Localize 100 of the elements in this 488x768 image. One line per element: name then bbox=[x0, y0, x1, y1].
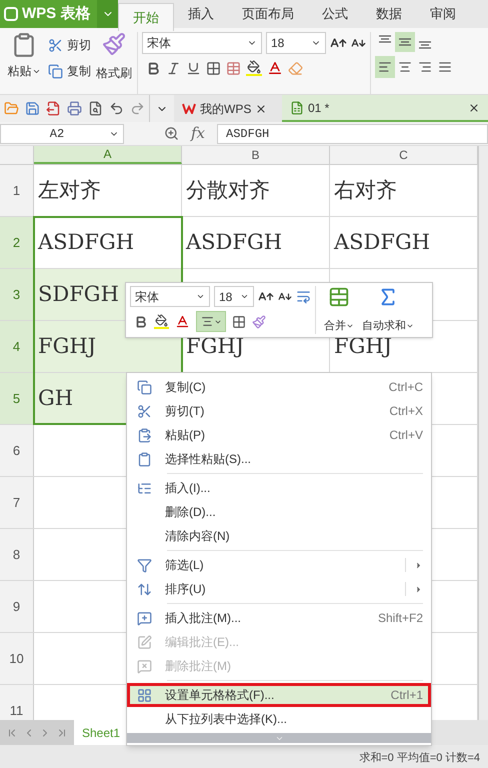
undo-icon[interactable] bbox=[109, 101, 124, 116]
row-header[interactable]: 6 bbox=[0, 425, 34, 476]
row-header[interactable]: 10 bbox=[0, 633, 34, 684]
wrap-text-icon[interactable] bbox=[296, 289, 311, 304]
ribbon-tab[interactable]: 数据 bbox=[362, 0, 416, 28]
spreadsheet-icon bbox=[290, 100, 304, 114]
shortcut-text: Ctrl+C bbox=[388, 379, 423, 396]
format-painter-button[interactable]: 格式刷 bbox=[95, 32, 133, 94]
filter-icon bbox=[137, 558, 152, 572]
menu-item[interactable]: 剪切(T) Ctrl+X bbox=[127, 399, 431, 423]
cell-style-icon[interactable] bbox=[226, 60, 241, 76]
align-icon bbox=[418, 60, 432, 74]
align-icon bbox=[378, 35, 392, 43]
menu-item[interactable]: 粘贴(P) Ctrl+V bbox=[127, 423, 431, 447]
save-icon[interactable] bbox=[25, 101, 40, 116]
row-header[interactable]: 4 bbox=[0, 321, 34, 372]
menu-item[interactable]: 筛选(L) bbox=[127, 553, 431, 577]
ribbon-tab[interactable]: 页面布局 bbox=[228, 0, 308, 28]
document-tab[interactable]: 01 * bbox=[282, 95, 488, 122]
font-color-icon[interactable] bbox=[267, 60, 283, 76]
print-icon[interactable] bbox=[67, 101, 82, 116]
cell-text: 右对齐 bbox=[334, 176, 397, 204]
bold-icon[interactable] bbox=[134, 314, 148, 328]
align-center-button[interactable] bbox=[196, 311, 226, 332]
cell-text: ASDFGH bbox=[186, 228, 282, 256]
vertical-align-button[interactable] bbox=[395, 32, 415, 52]
ribbon-tab[interactable]: 插入 bbox=[174, 0, 228, 28]
font-name: 宋体 bbox=[135, 288, 159, 306]
paste-button[interactable]: 粘贴 bbox=[4, 32, 44, 94]
ribbon-tab[interactable]: 审阅 bbox=[416, 0, 470, 28]
row-header[interactable]: 2 bbox=[0, 217, 34, 268]
font-color-icon[interactable] bbox=[175, 314, 190, 329]
row-header[interactable]: 1 bbox=[0, 165, 34, 216]
cut-button[interactable]: 剪切 bbox=[48, 36, 91, 54]
caret-icon bbox=[240, 292, 249, 301]
name-box[interactable]: A2 bbox=[0, 124, 124, 144]
menu-item[interactable]: 设置单元格格式(F)... Ctrl+1 bbox=[127, 683, 431, 707]
sheet-tab[interactable]: Sheet1 bbox=[74, 720, 128, 745]
fill-color-icon[interactable] bbox=[246, 60, 262, 76]
column-header[interactable]: A bbox=[34, 146, 182, 164]
formula-input[interactable]: ASDFGH bbox=[217, 124, 488, 144]
row-header[interactable]: 8 bbox=[0, 529, 34, 580]
status-text: 求和=0 平均值=0 计数=4 bbox=[359, 750, 480, 766]
comment-delete-icon bbox=[137, 658, 152, 674]
shortcut-text: Shift+F2 bbox=[378, 610, 423, 627]
document-tab[interactable]: 我的WPS bbox=[174, 95, 282, 122]
font-name-dropdown[interactable]: 宋体 bbox=[130, 286, 210, 307]
row-header[interactable]: 7 bbox=[0, 477, 34, 528]
row-header[interactable]: 9 bbox=[0, 581, 34, 632]
row-header[interactable]: 5 bbox=[0, 373, 34, 424]
copy-icon bbox=[48, 64, 63, 78]
borders-icon[interactable] bbox=[232, 314, 246, 328]
horizontal-align-button[interactable] bbox=[375, 56, 395, 78]
close-icon[interactable] bbox=[468, 102, 480, 114]
font-size-dropdown[interactable]: 18 bbox=[214, 286, 254, 307]
edit-comment-icon bbox=[137, 634, 152, 650]
bold-icon[interactable] bbox=[146, 60, 161, 76]
fill-color-icon[interactable] bbox=[154, 314, 169, 329]
font-size: 18 bbox=[219, 288, 232, 306]
vertical-scrollbar[interactable] bbox=[478, 146, 488, 720]
print-preview-icon[interactable] bbox=[88, 101, 103, 116]
export-pdf-icon[interactable] bbox=[46, 101, 61, 116]
menu-item[interactable]: 插入(I)... bbox=[127, 476, 431, 500]
comment-add-icon bbox=[137, 610, 152, 626]
paintbrush-icon[interactable] bbox=[252, 314, 266, 328]
menu-item[interactable]: 插入批注(M)... Shift+F2 bbox=[127, 606, 431, 630]
font-name: 宋体 bbox=[147, 35, 171, 52]
cell-text: FGHJ bbox=[186, 332, 244, 360]
autosum-button[interactable]: 自动求和 bbox=[358, 286, 418, 334]
align-icon bbox=[398, 38, 412, 46]
underline-icon[interactable] bbox=[186, 60, 201, 76]
function-button[interactable]: fx bbox=[191, 122, 206, 145]
paintbrush-icon bbox=[102, 32, 126, 56]
copy-icon bbox=[137, 380, 152, 394]
italic-icon[interactable] bbox=[166, 60, 181, 76]
w-logo-icon bbox=[182, 103, 196, 114]
menu-item[interactable]: 删除(D)... bbox=[127, 500, 431, 524]
shortcut-text: Ctrl+X bbox=[389, 403, 423, 420]
menu-item[interactable]: 清除内容(N) bbox=[127, 524, 431, 548]
align-icon bbox=[378, 60, 392, 74]
row-header[interactable]: 3 bbox=[0, 269, 34, 320]
column-header[interactable]: B bbox=[182, 146, 330, 164]
align-icon bbox=[398, 60, 412, 74]
menu-item[interactable]: 排序(U) bbox=[127, 577, 431, 601]
menu-item[interactable]: 选择性粘贴(S)... bbox=[127, 447, 431, 471]
borders-icon[interactable] bbox=[206, 60, 221, 76]
copy-button[interactable]: 复制 bbox=[48, 62, 91, 80]
insert-icon bbox=[137, 480, 152, 496]
menu-item[interactable]: 复制(C) Ctrl+C bbox=[127, 375, 431, 399]
row-header[interactable]: 11 bbox=[0, 685, 34, 720]
merge-button[interactable]: 合并 bbox=[320, 286, 358, 334]
zoom-icon[interactable] bbox=[164, 126, 179, 141]
ribbon-tab[interactable]: 公式 bbox=[308, 0, 362, 28]
font-name-dropdown[interactable]: 宋体 bbox=[142, 32, 262, 54]
menu-item[interactable]: 从下拉列表中选择(K)... bbox=[127, 707, 431, 731]
font-size-dropdown[interactable]: 18 bbox=[266, 32, 326, 54]
close-icon[interactable] bbox=[255, 102, 268, 114]
align-icon bbox=[438, 60, 452, 74]
cell-text: FGHJ bbox=[38, 332, 96, 360]
ribbon-tab[interactable]: 开始 bbox=[118, 3, 174, 31]
